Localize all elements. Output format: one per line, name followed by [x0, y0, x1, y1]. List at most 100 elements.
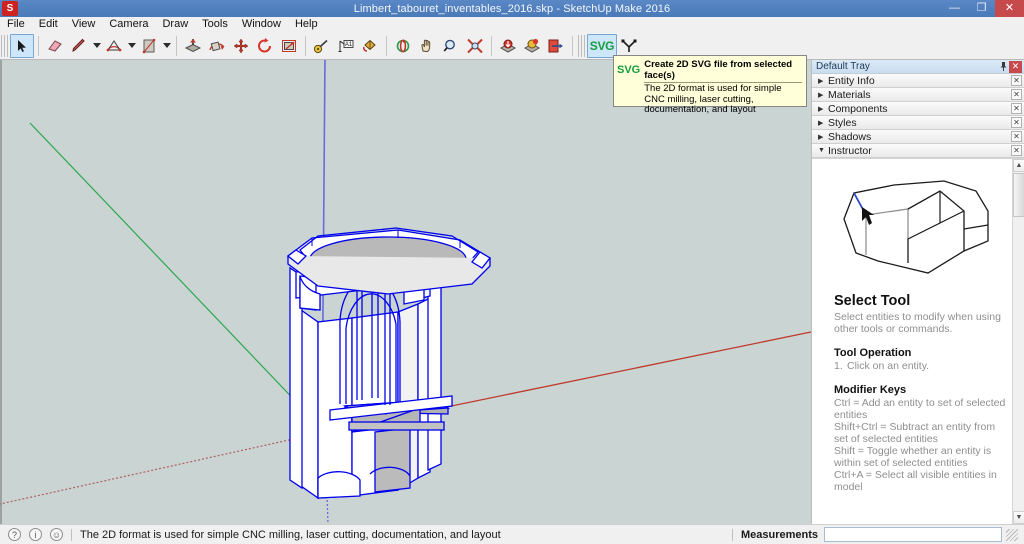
zoom-tool-button[interactable]: [439, 34, 463, 58]
close-button[interactable]: ✕: [995, 0, 1024, 17]
panel-shadows[interactable]: ▶ Shadows ✕: [812, 130, 1024, 144]
share-model-button[interactable]: [520, 34, 544, 58]
pan-tool-button[interactable]: [415, 34, 439, 58]
rotate-tool-button[interactable]: [253, 34, 277, 58]
instructor-modifier-heading: Modifier Keys: [834, 384, 907, 396]
eraser-tool-button[interactable]: [43, 34, 67, 58]
offset-icon: [280, 38, 298, 54]
panel-close-icon[interactable]: ✕: [1011, 89, 1022, 100]
hand-icon: [418, 38, 436, 54]
zoom-extents-tool-button[interactable]: [463, 34, 487, 58]
followme-tool-button[interactable]: [205, 34, 229, 58]
tooltip-title: Create 2D SVG file from selected face(s): [644, 59, 802, 83]
panel-entity-info[interactable]: ▶ Entity Info ✕: [812, 74, 1024, 88]
measurements-input[interactable]: [824, 527, 1002, 542]
panel-components[interactable]: ▶ Components ✕: [812, 102, 1024, 116]
panel-label: Styles: [828, 116, 857, 129]
panel-close-icon[interactable]: ✕: [1011, 75, 1022, 86]
line-tool-dropdown[interactable]: [91, 34, 102, 58]
tooltip-svg-icon: SVG: [617, 64, 641, 76]
pin-icon[interactable]: [997, 61, 1009, 73]
step-number: 1.: [834, 360, 843, 372]
tray-header: Default Tray ✕: [812, 60, 1024, 74]
tape-measure-tool-button[interactable]: [310, 34, 334, 58]
maximize-restore-button[interactable]: ❐: [968, 0, 995, 17]
instructor-subtitle: Select entities to modify when using oth…: [834, 311, 1001, 335]
menu-edit[interactable]: Edit: [32, 17, 65, 32]
title-bar: S Limbert_tabouret_inventables_2016.skp …: [0, 0, 1024, 17]
toolbar-grip[interactable]: [1, 34, 8, 57]
model-canvas[interactable]: [0, 60, 811, 524]
help-circle-icon[interactable]: ?: [8, 528, 21, 541]
create-svg-button[interactable]: SVG: [587, 33, 617, 58]
panel-label: Components: [828, 102, 888, 115]
panel-close-icon[interactable]: ✕: [1011, 103, 1022, 114]
select-tool-button[interactable]: [10, 33, 34, 58]
default-tray: Default Tray ✕ ▶ Entity Info ✕ ▶ Materia…: [811, 60, 1024, 524]
vector-nodes-icon: [620, 38, 638, 54]
person-circle-icon[interactable]: ☺: [50, 528, 63, 541]
panel-close-icon[interactable]: ✕: [1011, 117, 1022, 128]
paint-bucket-icon: [361, 38, 379, 54]
rectangle-tool-dropdown[interactable]: [161, 34, 172, 58]
rotate-icon: [256, 37, 274, 54]
menu-window[interactable]: Window: [235, 17, 288, 32]
menu-draw[interactable]: Draw: [155, 17, 195, 32]
resize-grip-icon[interactable]: [1006, 528, 1018, 541]
panel-close-icon[interactable]: ✕: [1011, 131, 1022, 142]
arc-tool-dropdown[interactable]: [126, 34, 137, 58]
orbit-tool-button[interactable]: [391, 34, 415, 58]
menu-file[interactable]: File: [0, 17, 32, 32]
scrollbar-track[interactable]: [1013, 217, 1024, 511]
toolbar-separator: [176, 35, 177, 56]
menu-help[interactable]: Help: [288, 17, 325, 32]
minimize-button[interactable]: —: [941, 0, 968, 17]
info-circle-icon[interactable]: i: [29, 528, 42, 541]
arc-icon: [105, 38, 123, 54]
panel-materials[interactable]: ▶ Materials ✕: [812, 88, 1024, 102]
rectangle-tool-button[interactable]: [137, 34, 161, 58]
scrollbar-thumb[interactable]: [1013, 173, 1024, 217]
panel-label: Entity Info: [828, 74, 875, 87]
pushpull-icon: [183, 38, 203, 54]
scroll-down-arrow[interactable]: ▼: [1013, 511, 1024, 524]
chevron-right-icon: ▶: [818, 105, 824, 113]
model-viewport[interactable]: [0, 60, 811, 524]
paint-bucket-tool-button[interactable]: [358, 34, 382, 58]
tray-close-button[interactable]: ✕: [1009, 60, 1022, 73]
pushpull-tool-button[interactable]: [181, 34, 205, 58]
vector-nodes-button[interactable]: [617, 34, 641, 58]
instructor-content: Select Tool Select entities to modify wh…: [812, 159, 1012, 524]
offset-tool-button[interactable]: [277, 34, 301, 58]
pencil-icon: [70, 38, 88, 54]
instructor-scrollbar[interactable]: ▲ ▼: [1012, 159, 1024, 524]
arrow-cursor-icon: [14, 38, 30, 54]
line-tool-button[interactable]: [67, 34, 91, 58]
step-text: Click on an entity.: [847, 360, 930, 372]
panel-close-icon[interactable]: ✕: [1011, 145, 1022, 156]
instructor-operation-heading: Tool Operation: [834, 347, 912, 359]
send-to-layout-button[interactable]: [544, 34, 568, 58]
panel-instructor[interactable]: ▼ Instructor ✕: [812, 144, 1024, 158]
chevron-right-icon: ▶: [818, 77, 824, 85]
arc-tool-button[interactable]: [102, 34, 126, 58]
instructor-modifier-line: Ctrl+A = Select all visible entities in …: [834, 469, 997, 493]
warehouse-upload-icon: [523, 38, 541, 54]
followme-icon: [207, 38, 227, 54]
panel-styles[interactable]: ▶ Styles ✕: [812, 116, 1024, 130]
menu-view[interactable]: View: [65, 17, 103, 32]
scroll-up-arrow[interactable]: ▲: [1013, 159, 1024, 172]
get-models-button[interactable]: [496, 34, 520, 58]
tooltip-description: The 2D format is used for simple CNC mil…: [644, 83, 782, 115]
status-bar: ? i ☺ The 2D format is used for simple C…: [0, 524, 1024, 544]
svg-toolbar-grip[interactable]: [578, 34, 585, 57]
instructor-modifier-line: Shift = Toggle whether an entity is with…: [834, 445, 992, 469]
text-tool-button[interactable]: A1: [334, 34, 358, 58]
menu-tools[interactable]: Tools: [195, 17, 235, 32]
menu-camera[interactable]: Camera: [102, 17, 155, 32]
window-controls: — ❐ ✕: [941, 0, 1024, 17]
warehouse-download-icon: [499, 38, 517, 54]
svg-text:A1: A1: [345, 42, 353, 48]
main-toolbar: A1 SVG: [0, 32, 1024, 60]
move-tool-button[interactable]: [229, 34, 253, 58]
